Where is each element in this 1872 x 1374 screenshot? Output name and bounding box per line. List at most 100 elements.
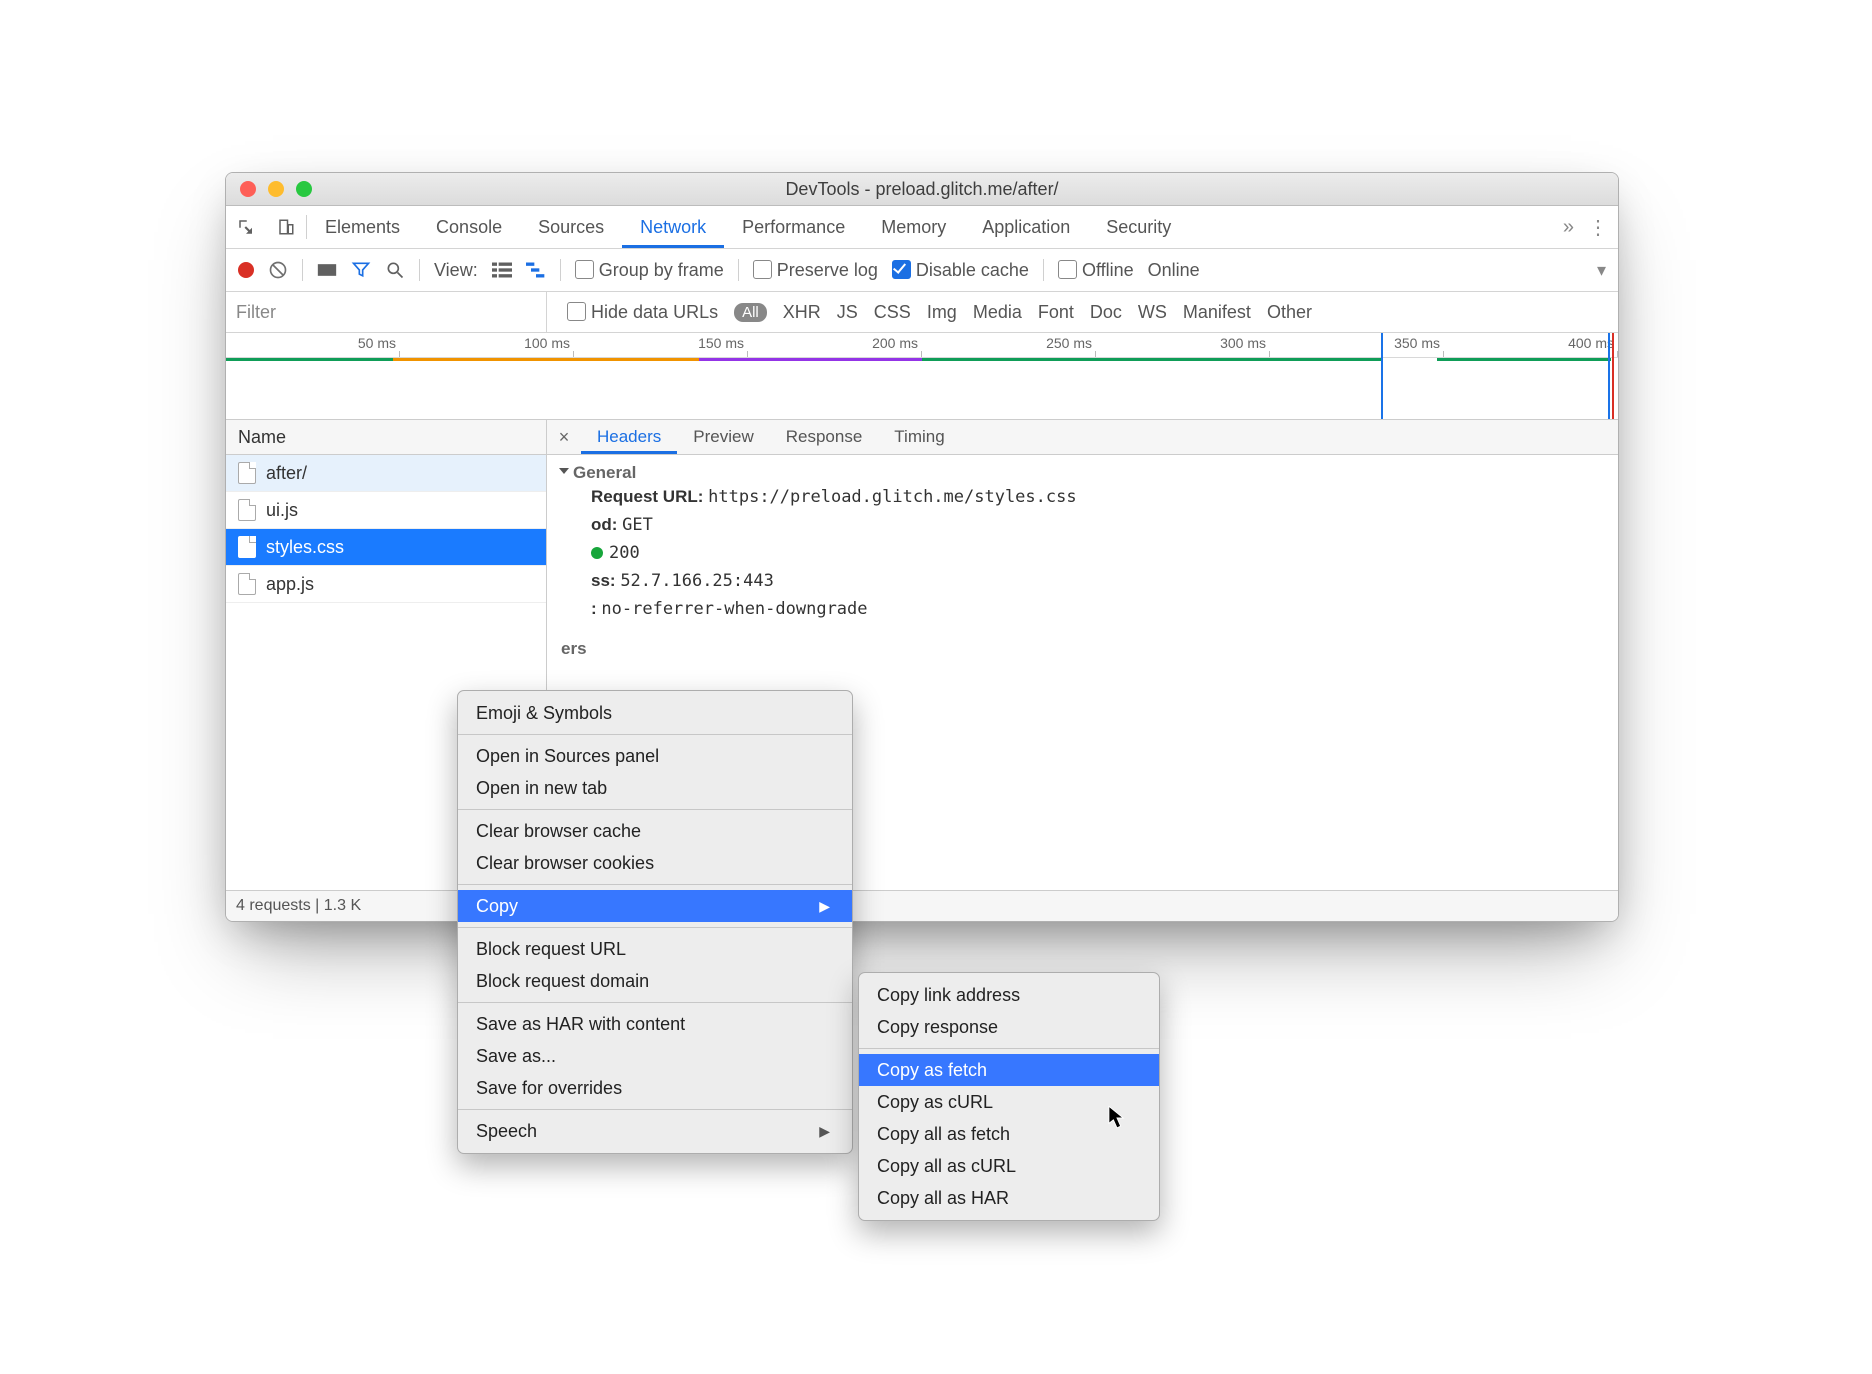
header-method: od: GET: [561, 511, 1604, 539]
context-submenu-copy: Copy link address Copy response Copy as …: [858, 972, 1160, 1221]
filter-type-ws[interactable]: WS: [1138, 302, 1167, 323]
close-window-icon[interactable]: [240, 181, 256, 197]
search-icon[interactable]: [385, 260, 405, 280]
section-response-headers[interactable]: ers: [561, 639, 587, 658]
kebab-menu-icon[interactable]: ⋮: [1588, 215, 1608, 240]
offline-checkbox[interactable]: Offline: [1058, 260, 1134, 281]
header-status: 200: [561, 539, 1604, 567]
request-row[interactable]: app.js: [226, 566, 546, 603]
timeline-bar: [699, 358, 922, 361]
menu-open-in-new-tab[interactable]: Open in new tab: [458, 772, 852, 804]
capture-screenshots-icon[interactable]: [317, 263, 337, 277]
hide-data-urls-checkbox[interactable]: Hide data URLs: [567, 302, 718, 323]
detail-tab-timing[interactable]: Timing: [878, 420, 960, 454]
filter-row: Hide data URLs All XHR JS CSS Img Media …: [226, 292, 1618, 333]
load-marker: [1612, 333, 1614, 419]
detail-tab-preview[interactable]: Preview: [677, 420, 769, 454]
filter-type-manifest[interactable]: Manifest: [1183, 302, 1251, 323]
tab-elements[interactable]: Elements: [307, 206, 418, 248]
menu-clear-cache[interactable]: Clear browser cache: [458, 815, 852, 847]
menu-save-as-har[interactable]: Save as HAR with content: [458, 1008, 852, 1040]
file-icon: [238, 536, 256, 558]
view-waterfall-icon[interactable]: [526, 262, 546, 278]
submenu-copy-link-address[interactable]: Copy link address: [859, 979, 1159, 1011]
filter-icon[interactable]: [351, 260, 371, 280]
header-remote-address: ss: 52.7.166.25:443: [561, 567, 1604, 595]
zoom-window-icon[interactable]: [296, 181, 312, 197]
detail-tab-response[interactable]: Response: [770, 420, 879, 454]
request-row[interactable]: ui.js: [226, 492, 546, 529]
throttling-select[interactable]: Online: [1148, 260, 1200, 281]
submenu-copy-response[interactable]: Copy response: [859, 1011, 1159, 1043]
titlebar: DevTools - preload.glitch.me/after/: [226, 173, 1618, 206]
filter-type-all[interactable]: All: [734, 303, 767, 322]
clear-icon[interactable]: [268, 260, 288, 280]
tab-console[interactable]: Console: [418, 206, 520, 248]
network-toolbar: View: Group by frame Preserve log Disabl…: [226, 249, 1618, 292]
request-row-selected[interactable]: styles.css: [226, 529, 546, 566]
name-column-header[interactable]: Name: [226, 420, 546, 455]
file-icon: [238, 573, 256, 595]
timeline-bar: [1437, 358, 1611, 361]
more-tabs-icon[interactable]: »: [1563, 216, 1574, 239]
view-label: View:: [434, 260, 478, 281]
preserve-log-checkbox[interactable]: Preserve log: [753, 260, 878, 281]
marker: [1608, 333, 1610, 419]
menu-block-request-domain[interactable]: Block request domain: [458, 965, 852, 997]
group-by-frame-checkbox[interactable]: Group by frame: [575, 260, 724, 281]
menu-block-request-url[interactable]: Block request URL: [458, 933, 852, 965]
tab-sources[interactable]: Sources: [520, 206, 622, 248]
submenu-copy-all-as-har[interactable]: Copy all as HAR: [859, 1182, 1159, 1214]
filter-type-media[interactable]: Media: [973, 302, 1022, 323]
menu-open-in-sources[interactable]: Open in Sources panel: [458, 740, 852, 772]
status-text: 4 requests | 1.3 K: [236, 897, 361, 915]
menu-copy[interactable]: Copy▶: [458, 890, 852, 922]
filter-type-img[interactable]: Img: [927, 302, 957, 323]
file-icon: [238, 462, 256, 484]
filter-type-xhr[interactable]: XHR: [783, 302, 821, 323]
submenu-copy-as-fetch[interactable]: Copy as fetch: [859, 1054, 1159, 1086]
filter-type-js[interactable]: JS: [837, 302, 858, 323]
menu-emoji-symbols[interactable]: Emoji & Symbols: [458, 697, 852, 729]
close-detail-icon[interactable]: ×: [547, 427, 581, 448]
filter-type-font[interactable]: Font: [1038, 302, 1074, 323]
timeline-bar: [226, 358, 393, 361]
detail-tab-headers[interactable]: Headers: [581, 420, 677, 454]
window-controls: [226, 181, 312, 197]
tab-security[interactable]: Security: [1088, 206, 1189, 248]
dom-content-loaded-marker: [1381, 333, 1383, 419]
record-icon[interactable]: [238, 262, 254, 278]
menu-save-as[interactable]: Save as...: [458, 1040, 852, 1072]
header-request-url: Request URL: https://preload.glitch.me/s…: [561, 483, 1604, 511]
filter-type-doc[interactable]: Doc: [1090, 302, 1122, 323]
network-timeline[interactable]: 50 ms 100 ms 150 ms 200 ms 250 ms 300 ms…: [226, 333, 1618, 420]
tab-application[interactable]: Application: [964, 206, 1088, 248]
disclosure-triangle-icon[interactable]: [559, 468, 569, 474]
submenu-copy-as-curl[interactable]: Copy as cURL: [859, 1086, 1159, 1118]
filter-type-other[interactable]: Other: [1267, 302, 1312, 323]
submenu-copy-all-as-curl[interactable]: Copy all as cURL: [859, 1150, 1159, 1182]
devtools-window: DevTools - preload.glitch.me/after/ Elem…: [225, 172, 1619, 922]
filter-type-css[interactable]: CSS: [874, 302, 911, 323]
device-toolbar-icon[interactable]: [266, 218, 306, 236]
request-row[interactable]: after/: [226, 455, 546, 492]
tab-performance[interactable]: Performance: [724, 206, 863, 248]
tab-network[interactable]: Network: [622, 206, 724, 248]
view-list-icon[interactable]: [492, 262, 512, 278]
submenu-copy-all-as-fetch[interactable]: Copy all as fetch: [859, 1118, 1159, 1150]
minimize-window-icon[interactable]: [268, 181, 284, 197]
disable-cache-checkbox[interactable]: Disable cache: [892, 260, 1029, 281]
submenu-arrow-icon: ▶: [819, 898, 830, 915]
menu-save-for-overrides[interactable]: Save for overrides: [458, 1072, 852, 1104]
main-tab-bar: Elements Console Sources Network Perform…: [226, 206, 1618, 249]
submenu-arrow-icon: ▶: [819, 1123, 830, 1140]
inspect-icon[interactable]: [226, 218, 266, 236]
filter-input[interactable]: [226, 292, 547, 332]
menu-speech[interactable]: Speech▶: [458, 1115, 852, 1147]
status-dot-icon: [591, 547, 603, 559]
throttling-dropdown-icon[interactable]: ▾: [1597, 260, 1606, 281]
menu-clear-cookies[interactable]: Clear browser cookies: [458, 847, 852, 879]
section-general[interactable]: General: [573, 463, 636, 482]
detail-tabs: × Headers Preview Response Timing: [547, 420, 1618, 455]
tab-memory[interactable]: Memory: [863, 206, 964, 248]
